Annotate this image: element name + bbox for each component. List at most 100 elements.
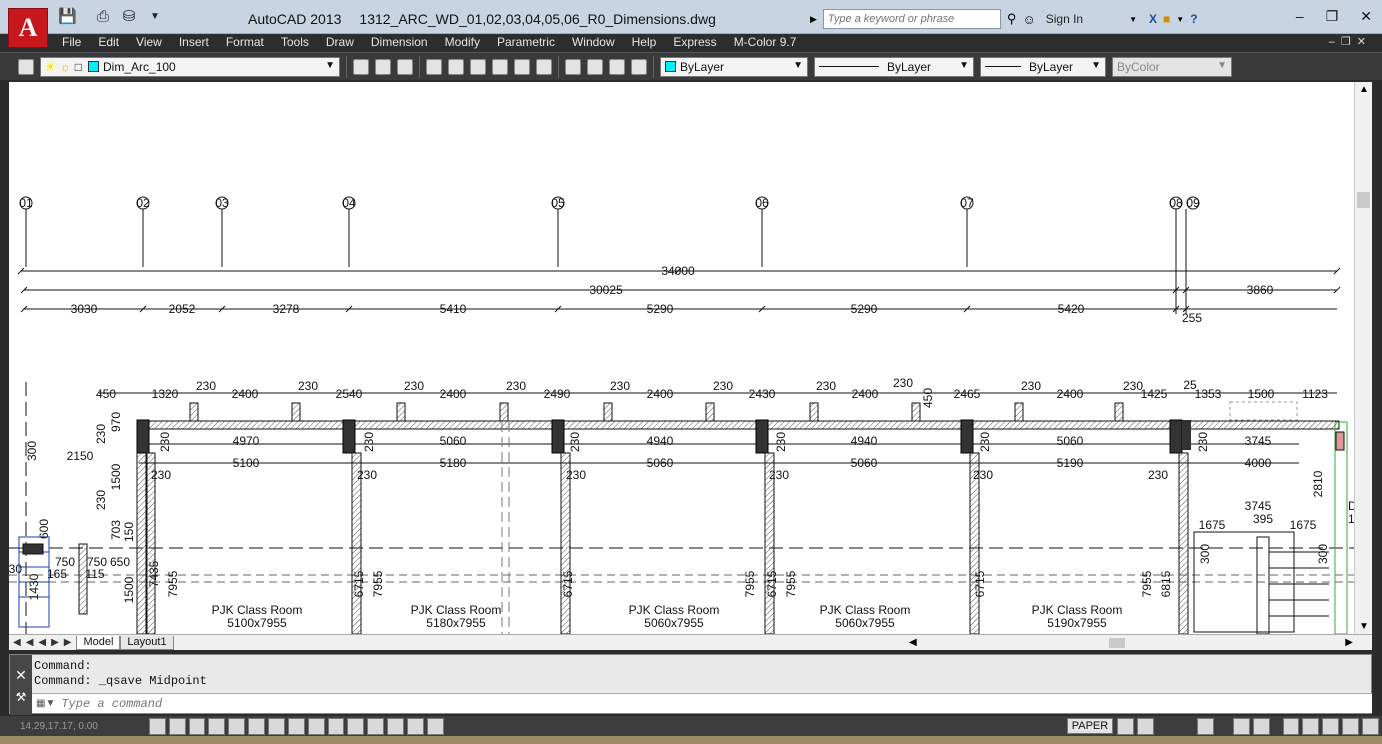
- layer-freeze-icon[interactable]: [514, 58, 530, 75]
- layer-lock-icon[interactable]: [609, 58, 625, 75]
- isolate-objects-icon[interactable]: [1342, 717, 1359, 735]
- object-snap-icon[interactable]: [248, 717, 265, 735]
- lock-icon[interactable]: ■: [1163, 12, 1170, 26]
- sign-in-link[interactable]: Sign In: [1046, 12, 1083, 26]
- tab-navigation-icons[interactable]: ◀◀◀▶▶: [9, 637, 76, 648]
- ortho-mode-icon[interactable]: [208, 717, 226, 735]
- command-input[interactable]: [55, 696, 456, 711]
- menu-parametric[interactable]: Parametric: [497, 34, 564, 52]
- layer-off-icon[interactable]: [536, 58, 552, 75]
- annotation-visibility-icon[interactable]: [1252, 717, 1270, 735]
- grid-display-icon[interactable]: [188, 717, 206, 735]
- layer-unlock-icon[interactable]: [631, 58, 647, 75]
- tab-model[interactable]: Model: [76, 635, 121, 650]
- paper-model-toggle[interactable]: PAPER: [1066, 718, 1114, 734]
- user-icon[interactable]: ☺: [1022, 12, 1035, 27]
- selection-cycling-icon[interactable]: [407, 717, 424, 735]
- scroll-up-icon[interactable]: ▲: [1359, 84, 1369, 95]
- restore-icon[interactable]: ❐: [1326, 8, 1339, 25]
- scroll-down-icon[interactable]: ▼: [1359, 621, 1369, 632]
- menu-mcolor[interactable]: M-Color 9.7: [734, 34, 806, 52]
- scroll-right-icon[interactable]: ▶: [1345, 637, 1353, 648]
- layer-iso-icon[interactable]: [426, 58, 442, 75]
- snap-mode-icon[interactable]: [168, 717, 186, 735]
- layer-match-icon[interactable]: [470, 58, 486, 75]
- exchange-icon[interactable]: X: [1149, 12, 1157, 26]
- document-window-controls[interactable]: –❐✕: [1329, 35, 1372, 48]
- menu-file[interactable]: File: [62, 34, 90, 52]
- infer-constraints-icon[interactable]: [148, 717, 166, 735]
- close-icon[interactable]: ✕: [10, 667, 32, 684]
- menu-dimension[interactable]: Dimension: [371, 34, 437, 52]
- quick-view-icon[interactable]: [1137, 717, 1154, 735]
- scroll-left-icon[interactable]: ◀: [909, 637, 917, 648]
- clean-screen-icon[interactable]: [1361, 717, 1379, 735]
- lineweight-dropdown[interactable]: ByLayer ▼: [980, 56, 1106, 77]
- layer-dropdown[interactable]: ☀ ☼ □ Dim_Arc_100 ▼: [40, 56, 340, 77]
- menu-help[interactable]: Help: [632, 34, 666, 52]
- menu-insert[interactable]: Insert: [179, 34, 218, 52]
- close-icon[interactable]: ✕: [1360, 8, 1372, 25]
- sign-in-dropdown-icon[interactable]: ▼: [1129, 15, 1137, 24]
- plotstyle-dropdown[interactable]: ByColor ▼: [1112, 56, 1232, 77]
- layer-uniso-icon[interactable]: [448, 58, 464, 75]
- print-icon[interactable]: ⎙: [94, 8, 112, 26]
- menu-express[interactable]: Express: [673, 34, 725, 52]
- qat-dropdown-icon[interactable]: ▼: [146, 8, 164, 26]
- dim-right: 395: [1253, 512, 1273, 526]
- menu-window[interactable]: Window: [572, 34, 624, 52]
- wrench-icon[interactable]: ⚒: [10, 690, 32, 704]
- layer-previous-icon[interactable]: [375, 58, 391, 75]
- dim-opening: 2400: [647, 387, 674, 401]
- vertical-scrollbar[interactable]: ▲ ▼: [1354, 82, 1372, 634]
- annotation-scale-icon[interactable]: [1232, 717, 1250, 735]
- application-menu-button[interactable]: A: [8, 8, 48, 48]
- layer-state-icon[interactable]: [397, 58, 413, 75]
- quick-properties-icon[interactable]: [387, 717, 405, 735]
- expand-arrow-icon[interactable]: ▶: [810, 14, 817, 25]
- 3d-osnap-icon[interactable]: [268, 717, 285, 735]
- command-prompt-icon[interactable]: ▦▼: [32, 698, 55, 709]
- layer-change-icon[interactable]: [492, 58, 508, 75]
- minimize-icon[interactable]: –: [1296, 8, 1304, 25]
- horizontal-scroll-thumb[interactable]: [1109, 638, 1125, 648]
- transparency-icon[interactable]: [367, 717, 385, 735]
- make-current-icon[interactable]: [353, 58, 369, 75]
- menu-tools[interactable]: Tools: [281, 34, 318, 52]
- polar-tracking-icon[interactable]: [228, 717, 246, 735]
- menu-modify[interactable]: Modify: [445, 34, 489, 52]
- otrack-icon[interactable]: [287, 717, 305, 735]
- layer-manager-icon[interactable]: [18, 58, 34, 75]
- search-input[interactable]: [822, 9, 1001, 29]
- help-dropdown-icon[interactable]: ▼: [1176, 15, 1184, 24]
- layer-walk-icon[interactable]: [565, 58, 581, 75]
- annotation-monitor-icon[interactable]: [426, 717, 444, 735]
- menu-format[interactable]: Format: [226, 34, 273, 52]
- maximize-viewport-icon[interactable]: [1196, 717, 1214, 735]
- save-icon[interactable]: 💾: [58, 8, 77, 26]
- layer-merge-icon[interactable]: [587, 58, 603, 75]
- menu-edit[interactable]: Edit: [98, 34, 128, 52]
- hardware-acceleration-icon[interactable]: [1322, 717, 1340, 735]
- ducs-icon[interactable]: [307, 717, 325, 735]
- dim-inner: 5190: [1057, 456, 1084, 470]
- tab-layout1[interactable]: Layout1: [120, 635, 174, 650]
- linetype-dropdown[interactable]: ByLayer ▼: [814, 56, 974, 77]
- layout-icon[interactable]: [1117, 717, 1135, 735]
- plot-icon[interactable]: ⛁: [120, 8, 138, 26]
- workspace-switch-icon[interactable]: [1282, 717, 1300, 735]
- color-dropdown[interactable]: ByLayer ▼: [660, 56, 808, 77]
- vertical-scroll-thumb[interactable]: [1357, 192, 1370, 208]
- horizontal-scrollbar[interactable]: ◀ ▶: [909, 637, 1359, 649]
- svg-text:09: 09: [1186, 196, 1200, 210]
- layer-tools-group: [347, 55, 420, 78]
- lineweight-icon[interactable]: [347, 717, 365, 735]
- dim-vertical: 7955: [371, 570, 385, 597]
- drawing-canvas[interactable]: 01 02 03 04 05 06 07 08 09 34000 30025 3…: [9, 82, 1354, 634]
- help-icon[interactable]: ?: [1190, 12, 1197, 26]
- menu-view[interactable]: View: [136, 34, 171, 52]
- lock-ui-icon[interactable]: [1302, 717, 1320, 735]
- menu-draw[interactable]: Draw: [326, 34, 363, 52]
- binoculars-icon[interactable]: ⚲: [1007, 11, 1017, 27]
- dyn-input-icon[interactable]: [327, 717, 345, 735]
